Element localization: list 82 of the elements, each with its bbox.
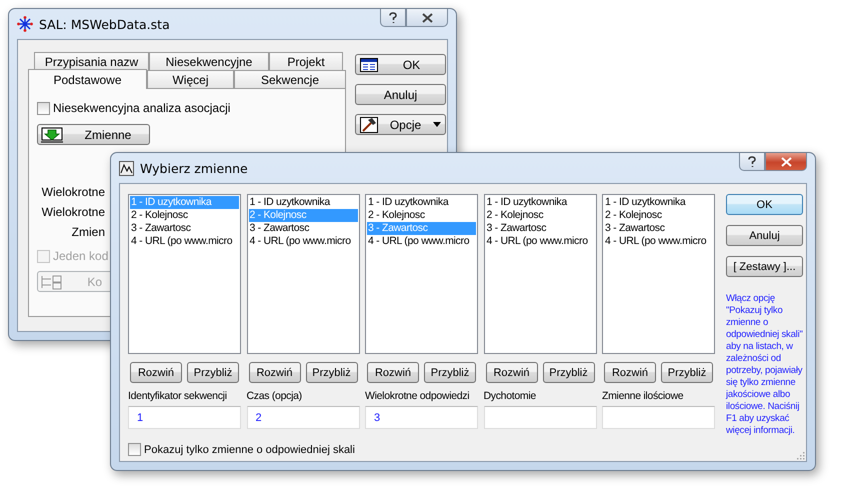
list-item[interactable]: 4 - URL (po www.micro [130,235,239,248]
tab[interactable]: Podstawowe [28,69,147,89]
field-label: Wielokrotne odpowiedzi [365,390,470,402]
window-title: SAL: MSWebData.sta [39,16,171,32]
input-field[interactable]: 2 [246,406,360,429]
close-icon [780,156,792,166]
variable-list[interactable]: 1 - ID uzytkownika 2 - Kolejnosc 3 - Zawartosc 4 - URL (po www.micro [484,194,596,354]
checkbox-label: Jeden kod [53,249,108,263]
list-item[interactable]: 2 - Kolejnosc [367,209,476,222]
tab[interactable]: Sekwencje [234,70,346,88]
field-label: Zmien [72,225,105,239]
hammer-icon [360,116,378,132]
close-button[interactable] [406,9,448,27]
list-item[interactable]: 1 - ID uzytkownika [486,196,594,209]
field-label: Dychotomie [484,390,537,402]
close-button[interactable] [765,153,807,171]
asterisk-icon [17,16,33,32]
zoom-button[interactable]: Przybliż [661,362,713,383]
window-title: Wybierz zmienne [140,160,249,176]
caret-icon [433,122,441,127]
close-icon [422,12,432,22]
expand-button[interactable]: Rozwiń [367,362,419,383]
question-mark-icon [747,156,757,168]
input-field[interactable]: 3 [365,406,478,429]
expand-button[interactable]: Rozwiń [604,362,656,383]
tab[interactable]: Niesekwencyjne [149,52,269,70]
help-button[interactable] [739,153,765,171]
table-icon [360,58,378,72]
list-item[interactable]: 4 - URL (po www.micro [486,235,594,248]
zoom-button[interactable]: Przybliż [306,362,358,383]
list-item[interactable]: 1 - ID uzytkownika [367,196,476,209]
tab[interactable]: Więcej [147,70,234,88]
expand-button[interactable]: Rozwiń [248,362,300,383]
list-item[interactable]: 3 - Zawartosc [486,222,594,235]
list-item[interactable]: 3 - Zawartosc [604,222,713,235]
expand-button[interactable]: Rozwiń [486,362,538,383]
field-label: Wielokrotne [42,205,105,219]
tab[interactable]: Projekt [269,52,343,70]
checkbox[interactable] [37,102,50,114]
list-item[interactable]: 1 - ID uzytkownika [604,196,713,209]
zoom-button[interactable]: Przybliż [187,362,239,383]
list-item[interactable]: 2 - Kolejnosc [130,209,239,222]
cancel-button[interactable]: Anuluj [726,225,803,246]
variables-button[interactable]: Zmienne [37,124,150,145]
list-item[interactable]: 3 - Zawartosc [248,222,358,235]
options-button[interactable]: Opcje [355,114,446,135]
zoom-button[interactable]: Przybliż [424,362,476,383]
input-field[interactable]: 1 [128,406,241,429]
resize-grip-icon [795,450,805,460]
input-field[interactable] [602,406,715,429]
arrow-down-icon [41,126,63,142]
field-label: Zmienne ilościowe [602,390,684,402]
field-label: Czas (opcja) [246,390,303,402]
list-item[interactable]: 3 - Zawartosc [130,222,239,235]
list-item[interactable]: 4 - URL (po www.micro [367,235,476,248]
field-label: Wielokrotne [42,185,105,199]
list-item[interactable]: 2 - Kolejnosc [604,209,713,222]
list-item[interactable]: 4 - URL (po www.micro [604,235,713,248]
checkbox[interactable] [128,443,141,456]
list-item[interactable]: 1 - ID uzytkownika [248,196,358,209]
zoom-button[interactable]: Przybliż [542,362,594,383]
grid-arrows-icon [41,274,63,290]
checkbox-label: Niesekwencyjna analiza asocjacji [53,101,230,115]
variable-list[interactable]: 1 - ID uzytkownika 2 - Kolejnosc 3 - Zawartosc 4 - URL (po www.micro [602,194,715,354]
list-item[interactable]: 4 - URL (po www.micro [248,235,358,248]
question-mark-icon [388,12,398,24]
help-text: Włącz opcję "Pokazuj tylko zmienne o odpowiedniej skali" aby na listach, w zależności od potrzeby, pojawiały się tylko zmienne jakościowe albo ilościowe. Naciśnij F1 aby uzyskać więcej informacji. [726,293,803,437]
variable-list[interactable]: 1 - ID uzytkownika 2 - Kolejnosc 3 - Zawartosc 4 - URL (po www.micro [128,194,241,354]
expand-button[interactable]: Rozwiń [130,362,182,383]
chart-icon [119,160,134,176]
variable-list[interactable]: 1 - ID uzytkownika 2 - Kolejnosc 3 - Zawartosc 4 - URL (po www.micro [365,194,478,354]
cancel-button[interactable]: Anuluj [355,84,446,105]
help-button[interactable] [380,9,406,27]
ok-button[interactable]: OK [726,194,803,215]
checkbox-label: Pokazuj tylko zmienne o odpowiedniej skali [144,444,355,456]
variable-list[interactable]: 1 - ID uzytkownika 2 - Kolejnosc 3 - Zawartosc 4 - URL (po www.micro [246,194,360,354]
ok-button[interactable]: OK [355,54,446,75]
list-item[interactable]: 2 - Kolejnosc [486,209,594,222]
field-label: Identyfikator sekwencji [128,390,228,402]
input-field[interactable] [484,406,596,429]
tab[interactable]: Przypisania nazw [34,52,149,70]
sets-button[interactable]: [ Zestawy ]... [726,256,803,277]
